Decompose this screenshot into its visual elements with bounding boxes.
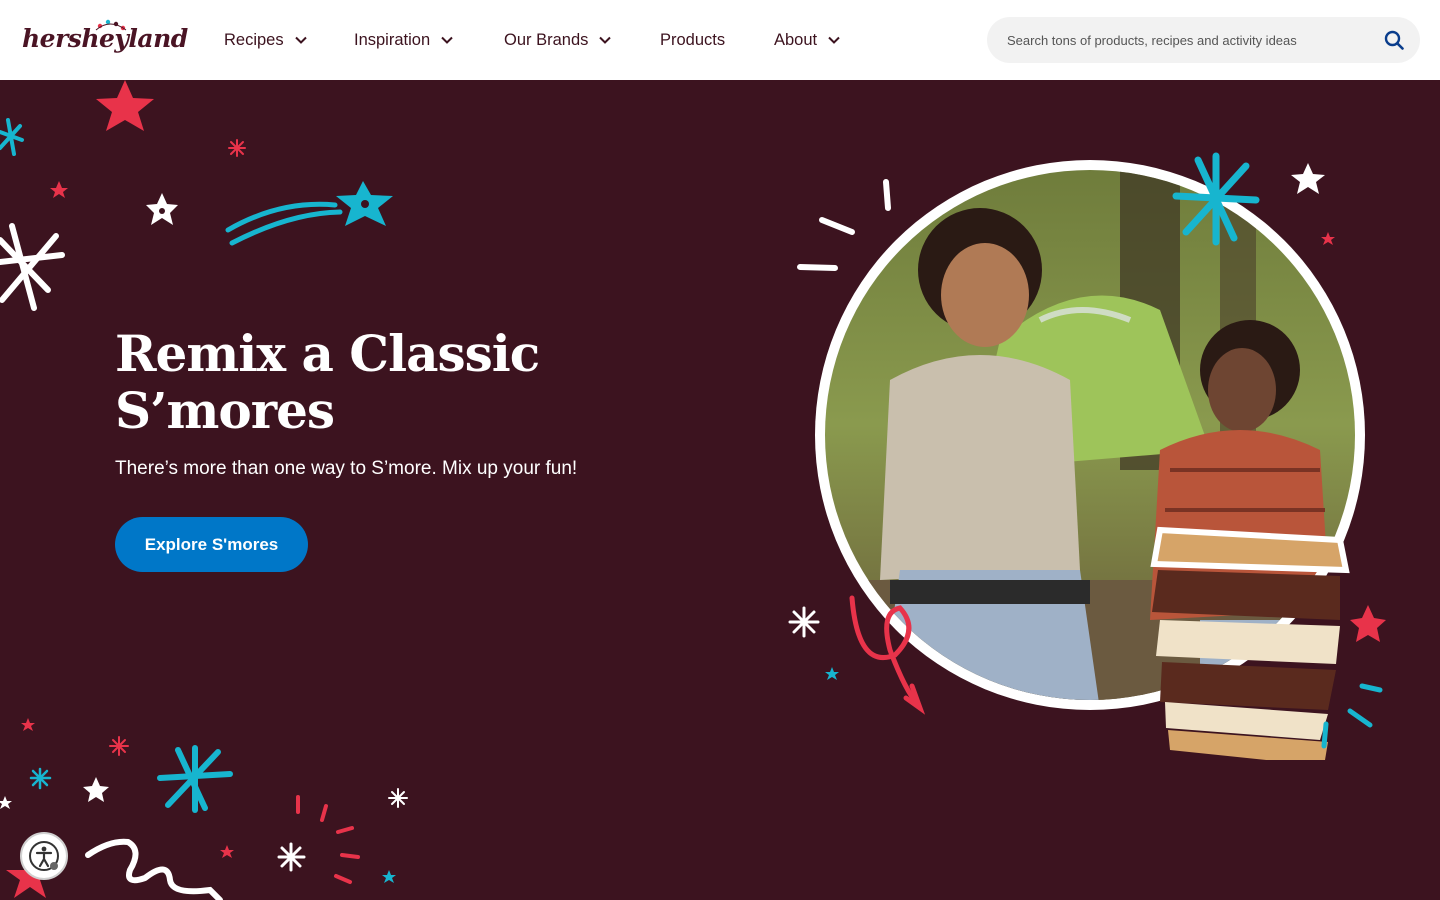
sparkle-icon <box>228 139 246 157</box>
burst-icon <box>0 118 24 156</box>
sparkle-icon <box>109 736 129 756</box>
hero-image <box>780 150 1400 766</box>
explore-smores-button[interactable]: Explore S'mores <box>115 517 308 572</box>
nav-item-label: Inspiration <box>354 30 431 49</box>
search-input[interactable] <box>1007 32 1367 48</box>
sparkle-icon <box>29 767 52 790</box>
burst-icon <box>0 223 65 311</box>
star-icon <box>0 796 12 809</box>
site-header: hersheyland Recipes Inspiration Our Bran… <box>0 0 1440 80</box>
sparkle-icon <box>388 788 408 808</box>
nav-item-label: Products <box>660 30 726 49</box>
nav-item-label: Recipes <box>224 30 284 49</box>
hero-title: Remix a Classic S’mores <box>115 325 675 439</box>
chevron-down-icon <box>441 36 453 44</box>
star-icon <box>83 777 109 802</box>
squiggle-icon <box>85 838 223 900</box>
nav-item-label: Our Brands <box>504 30 589 49</box>
burst-icon <box>157 745 233 813</box>
star-icon <box>382 870 396 883</box>
nav-item-about[interactable]: About <box>774 0 864 80</box>
star-icon <box>1291 163 1325 194</box>
hero-photo <box>788 152 1386 766</box>
nav-item-inspiration[interactable]: Inspiration <box>354 0 504 80</box>
accessibility-icon <box>29 841 59 871</box>
hero-title-line: S’mores <box>115 381 335 440</box>
star-icon <box>96 80 154 131</box>
star-icon <box>825 667 839 680</box>
nav-item-products[interactable]: Products <box>660 0 774 80</box>
star-icon <box>1321 232 1335 245</box>
chevron-down-icon <box>599 36 612 44</box>
star-icon <box>50 181 68 198</box>
star-icon <box>336 181 393 226</box>
chevron-down-icon <box>828 36 840 44</box>
dash-icon <box>296 795 360 884</box>
main-nav: Recipes Inspiration Our Brands Products … <box>224 0 864 80</box>
logo-text: hersheyland <box>22 24 188 53</box>
search-bar <box>987 17 1420 63</box>
hersheyland-logo[interactable]: hersheyland <box>22 18 188 62</box>
accessibility-button[interactable] <box>20 832 68 880</box>
search-icon[interactable] <box>1384 30 1404 50</box>
hero-subtitle: There’s more than one way to S’more. Mix… <box>115 458 578 479</box>
sparkle-icon <box>277 842 306 872</box>
hero-title-line: Remix a Classic <box>115 324 540 383</box>
nav-item-our-brands[interactable]: Our Brands <box>504 0 660 80</box>
nav-item-recipes[interactable]: Recipes <box>224 0 354 80</box>
nav-item-label: About <box>774 30 818 49</box>
chevron-down-icon <box>294 36 307 44</box>
smores-icon <box>1150 526 1350 766</box>
streak-icon <box>225 201 338 233</box>
star-icon <box>146 193 178 225</box>
star-icon <box>1350 605 1386 642</box>
sparkle-icon <box>788 606 820 638</box>
star-icon <box>220 845 234 858</box>
star-icon <box>21 718 35 731</box>
